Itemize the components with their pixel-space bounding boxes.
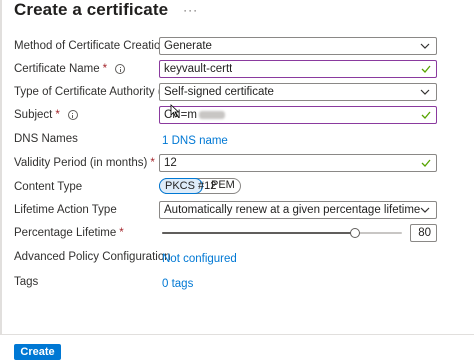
validity-value: 12 [164,157,177,169]
required-marker: * [102,63,108,75]
tags-row: Tags 0 tags [0,273,474,291]
authority-value: Self-signed certificate [164,86,274,98]
method-row: Method of Certificate Creation Generate [0,37,474,55]
authority-label: Type of Certificate Authority (CA) [14,83,181,101]
content-type-row: Content Type PKCS #12 PEM [0,177,474,196]
advanced-row: Advanced Policy Configuration Not config… [0,248,474,266]
name-label: Certificate Name * [14,60,126,78]
redacted-text [198,111,225,119]
content-type-label: Content Type [14,181,83,193]
slider-thumb[interactable] [350,228,360,238]
method-value: Generate [164,40,212,52]
checkmark-icon [421,111,431,119]
required-marker: * [119,227,124,239]
percentage-row: Percentage Lifetime * 80 [0,224,474,242]
chevron-down-icon [420,43,430,49]
advanced-policy-link[interactable]: Not configured [162,250,237,268]
percentage-label-text: Percentage Lifetime [14,227,117,239]
footer-divider [0,334,474,335]
info-icon[interactable] [115,64,126,74]
dns-row: DNS Names 1 DNS name [0,130,474,148]
percentage-value-box[interactable]: 80 [410,224,437,242]
validity-label: Validity Period (in months) * [14,154,155,172]
checkmark-icon [421,65,431,73]
lifetime-action-label: Lifetime Action Type [14,204,117,216]
dns-names-link[interactable]: 1 DNS name [162,132,228,150]
percentage-slider[interactable] [162,224,402,242]
chevron-down-icon [420,89,430,95]
more-options-icon[interactable]: ··· [183,3,198,17]
slider-fill [162,232,355,234]
tags-label: Tags [14,276,39,288]
certificate-name-value: keyvault-certt [164,63,233,75]
advanced-label: Advanced Policy Configuration [14,251,171,263]
subject-label: Subject * [14,106,78,124]
validity-label-text: Validity Period (in months) [14,157,148,169]
content-type-option-pem[interactable]: PEM [206,178,240,194]
chevron-down-icon [420,207,430,213]
name-label-text: Certificate Name [14,63,100,75]
percentage-label: Percentage Lifetime * [14,224,124,242]
dns-label: DNS Names [14,133,78,145]
page-title: Create a certificate [14,0,169,19]
info-icon[interactable] [67,110,78,120]
required-marker: * [55,109,60,121]
create-button[interactable]: Create [14,344,61,360]
validity-row: Validity Period (in months) * 12 [0,154,474,172]
subject-value: CN=m [164,109,197,121]
method-dropdown[interactable]: Generate [159,37,437,55]
authority-dropdown[interactable]: Self-signed certificate [159,83,437,101]
validity-input[interactable]: 12 [159,154,437,172]
subject-label-text: Subject [14,109,53,121]
checkmark-icon [421,159,431,167]
tags-link[interactable]: 0 tags [162,275,193,293]
subject-row: Subject * CN=m [0,106,474,124]
authority-label-text: Type of Certificate Authority (CA) [14,86,182,98]
lifetime-action-dropdown[interactable]: Automatically renew at a given percentag… [159,201,437,219]
method-label: Method of Certificate Creation [14,37,167,55]
method-label-text: Method of Certificate Creation [14,40,167,52]
lifetime-action-row: Lifetime Action Type Automatically renew… [0,201,474,219]
authority-row: Type of Certificate Authority (CA) Self-… [0,83,474,101]
header: Create a certificate ··· [14,0,198,20]
required-marker: * [150,157,155,169]
subject-input[interactable]: CN=m [159,106,437,124]
content-type-toggle: PKCS #12 PEM [159,177,241,194]
content-type-option-pkcs12[interactable]: PKCS #12 [159,177,216,194]
lifetime-action-value: Automatically renew at a given percentag… [164,204,421,216]
certificate-name-input[interactable]: keyvault-certt [159,60,437,78]
name-row: Certificate Name * keyvault-certt [0,60,474,78]
mouse-cursor-icon [170,104,180,118]
